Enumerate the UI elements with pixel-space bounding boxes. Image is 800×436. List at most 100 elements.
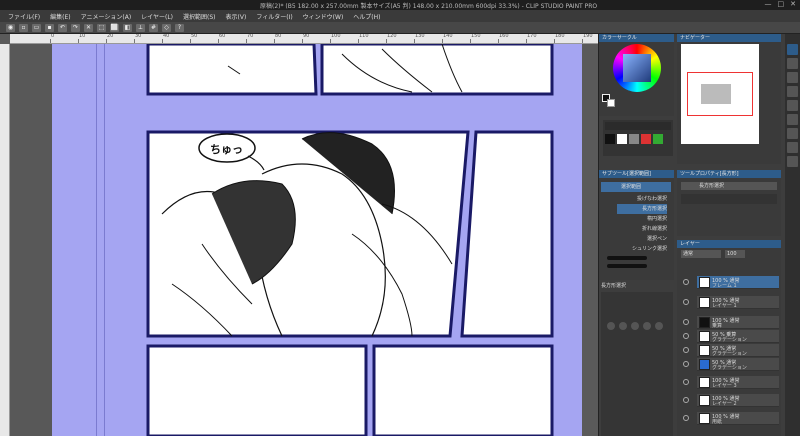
subtool-selection[interactable]: 選択範囲 — [601, 182, 671, 192]
subtool-rectangle[interactable]: 長方形選択 — [617, 204, 667, 214]
subtool-polyline[interactable]: 折れ線選択 — [617, 224, 667, 234]
selection-tool-icon[interactable] — [787, 44, 798, 55]
layer-item[interactable]: 100 % 通常 用紙 — [683, 412, 779, 425]
menu-animation[interactable]: アニメーション(A) — [81, 12, 132, 21]
fill-tool-icon[interactable] — [787, 128, 798, 139]
swatch-red[interactable] — [641, 134, 651, 144]
comic-frames — [146, 44, 554, 436]
subtool-lasso[interactable]: 投げなわ選択 — [617, 194, 667, 204]
snap-perspective-icon[interactable]: ◇ — [162, 23, 171, 32]
snap-grid-icon[interactable]: # — [149, 23, 158, 32]
layer-item[interactable]: 100 % 通常 レイヤー 2 — [683, 394, 779, 407]
deselect-icon[interactable]: ⬜ — [110, 23, 119, 32]
eye-icon[interactable] — [683, 319, 689, 325]
ruler-tick — [358, 39, 359, 43]
help-icon[interactable]: ? — [175, 23, 184, 32]
ruler-label: 180 — [555, 34, 565, 39]
pen-tool-icon[interactable] — [787, 86, 798, 97]
ruler-label: 0 — [51, 34, 55, 39]
layer-item[interactable]: 50 % 通常 グラデーション — [683, 344, 779, 357]
eraser-tool-icon[interactable] — [787, 114, 798, 125]
redo-icon[interactable]: ↷ — [71, 23, 80, 32]
subtool-ellipse[interactable]: 楕円選択 — [617, 214, 667, 224]
title-bar: 原稿(2)* (B5 182.00 x 257.00mm 製本サイズ(A5 判)… — [0, 0, 800, 10]
ruler-tick — [554, 39, 555, 43]
eye-icon[interactable] — [683, 299, 689, 305]
tool-property-title: ツールプロパティ[長方形] — [677, 170, 781, 178]
ruler-label: 150 — [471, 34, 481, 39]
new-file-icon[interactable]: ▫ — [19, 23, 28, 32]
opacity-field[interactable]: 100 — [725, 250, 745, 258]
ruler-tick — [470, 39, 471, 43]
subtool-selection-pen[interactable]: 選択ペン — [617, 234, 667, 244]
layer-item[interactable]: 100 % 通常 レイヤー 3 — [683, 376, 779, 389]
eye-icon[interactable] — [683, 379, 689, 385]
layer-thumbnail — [699, 297, 710, 308]
ruler-tick — [190, 39, 191, 43]
panel-right — [460, 130, 554, 338]
eye-icon[interactable] — [683, 333, 689, 339]
menu-edit[interactable]: 編集(E) — [50, 12, 70, 21]
ruler-top[interactable]: 0 10 20 30 40 50 60 70 80 90 100 110 120 130 140 150 160… — [10, 34, 598, 44]
ruler-tick — [498, 39, 499, 43]
layer-item[interactable]: 100 % 通常 乗算 — [683, 316, 779, 329]
frame-tool-icon[interactable] — [787, 156, 798, 167]
ruler-tick — [106, 39, 107, 43]
clip-studio-icon[interactable]: ◉ — [6, 23, 15, 32]
menu-selection[interactable]: 選択範囲(S) — [183, 12, 216, 21]
move-tool-icon[interactable] — [787, 72, 798, 83]
subtool-shrink[interactable]: シュリンク選択 — [617, 244, 667, 254]
open-file-icon[interactable]: ▭ — [32, 23, 41, 32]
undo-icon[interactable]: ↶ — [58, 23, 67, 32]
eye-icon[interactable] — [683, 397, 689, 403]
snap-ruler-icon[interactable]: ⟂ — [136, 23, 145, 32]
minimize-button[interactable]: — — [765, 0, 772, 8]
saturation-square[interactable] — [623, 54, 651, 82]
text-tool-icon[interactable] — [787, 142, 798, 153]
swatch-black[interactable] — [605, 134, 615, 144]
ruler-label: 160 — [499, 34, 509, 39]
transform-icon[interactable]: ⬚ — [97, 23, 106, 32]
layer-item[interactable]: 100 % 通常 フレーム 1 — [683, 276, 779, 289]
menu-layer[interactable]: レイヤー(L) — [141, 12, 173, 21]
layer-thumbnail — [699, 345, 710, 356]
eye-icon[interactable] — [683, 347, 689, 353]
manga-page[interactable]: ちゅっ — [52, 44, 582, 436]
layer-item[interactable]: 50 % 通常 グラデーション — [683, 358, 779, 371]
swatch-green[interactable] — [653, 134, 663, 144]
ruler-label: 10 — [79, 34, 86, 39]
eye-icon[interactable] — [683, 415, 689, 421]
window-title: 原稿(2)* (B5 182.00 x 257.00mm 製本サイズ(A5 判)… — [260, 3, 598, 10]
blend-mode-select[interactable]: 通常 — [681, 250, 721, 258]
menu-filter[interactable]: フィルター(I) — [256, 12, 292, 21]
close-button[interactable]: ✕ — [790, 0, 796, 8]
ruler-label: 70 — [247, 34, 254, 39]
clear-icon[interactable]: ✕ — [84, 23, 93, 32]
swatch-gray[interactable] — [629, 134, 639, 144]
ruler-left[interactable] — [0, 44, 10, 436]
save-icon[interactable]: ▪ — [45, 23, 54, 32]
ruler-tick — [414, 39, 415, 43]
brush-tool-icon[interactable] — [787, 100, 798, 111]
menu-help[interactable]: ヘルプ(H) — [353, 12, 380, 21]
navigator-preview[interactable] — [681, 44, 759, 144]
sub-color-swatch[interactable] — [607, 99, 615, 107]
navigator-panel: ナビゲーター — [677, 34, 781, 164]
menu-view[interactable]: 表示(V) — [226, 12, 247, 21]
eye-icon[interactable] — [683, 361, 689, 367]
menu-file[interactable]: ファイル(F) — [8, 12, 40, 21]
eye-icon[interactable] — [683, 279, 689, 285]
ruler-tick — [302, 39, 303, 43]
zoom-tool-icon[interactable] — [787, 58, 798, 69]
layer-item[interactable]: 50 % 乗算 グラデーション — [683, 330, 779, 343]
swatch-white[interactable] — [617, 134, 627, 144]
subtool-title: サブツール[選択範囲] — [599, 170, 674, 178]
menu-window[interactable]: ウィンドウ(W) — [303, 12, 344, 21]
layer-item[interactable]: 100 % 通常 レイヤー 1 — [683, 296, 779, 309]
command-bar: ◉ ▫ ▭ ▪ ↶ ↷ ✕ ⬚ ⬜ ◧ ⟂ # ◇ ? — [0, 22, 800, 34]
invert-selection-icon[interactable]: ◧ — [123, 23, 132, 32]
ruler-tick — [50, 39, 51, 43]
layer-thumbnail — [699, 359, 710, 370]
menu-bar: ファイル(F) 編集(E) アニメーション(A) レイヤー(L) 選択範囲(S)… — [0, 10, 800, 22]
maximize-button[interactable]: □ — [778, 0, 785, 8]
